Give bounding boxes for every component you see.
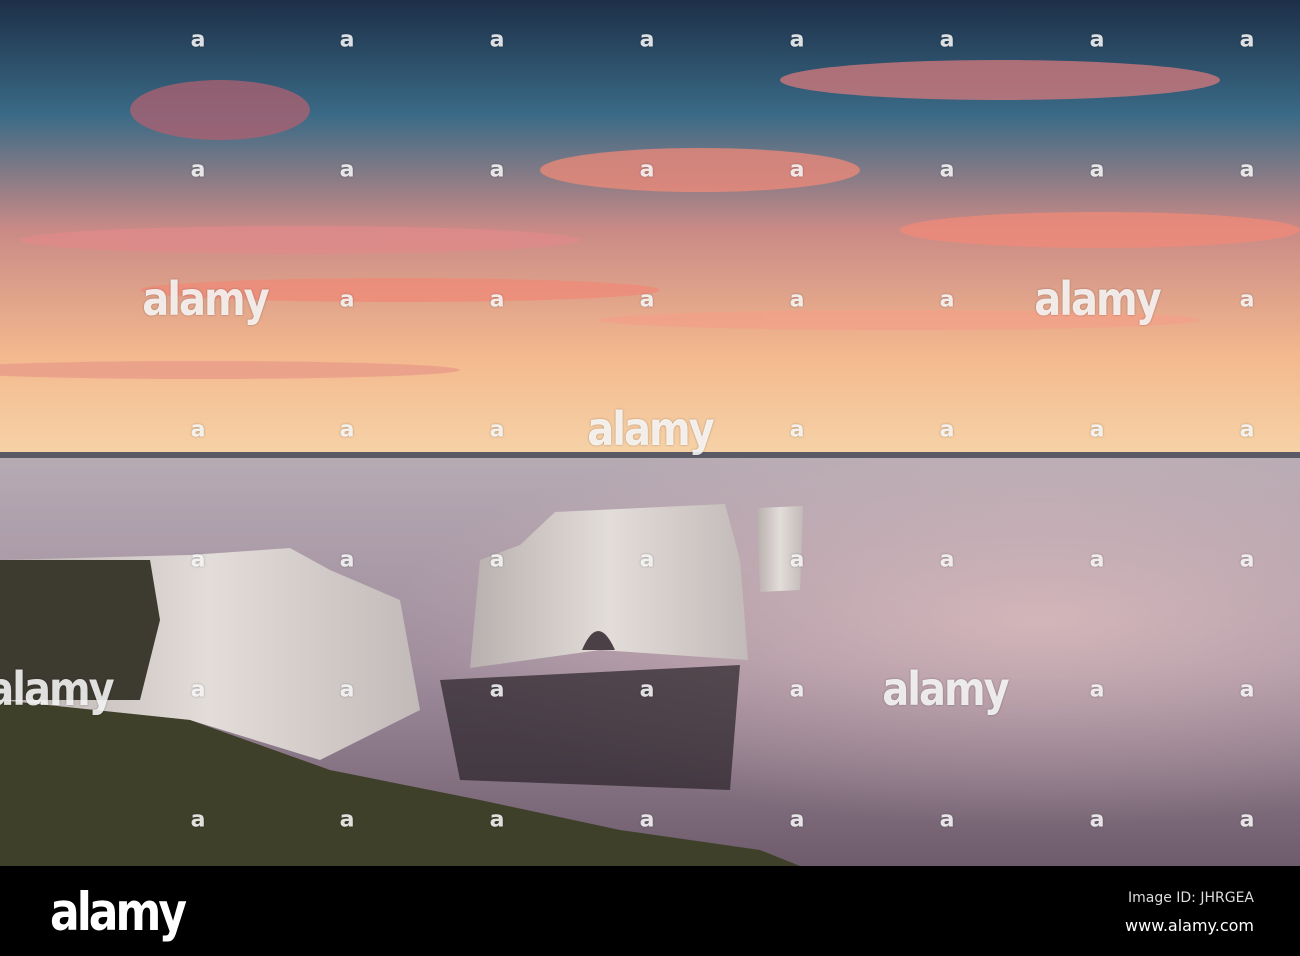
small-stack — [757, 506, 803, 592]
site-url[interactable]: www.alamy.com — [1125, 916, 1254, 935]
stock-photo-page: aaaaaaaaaaaaaaaaaaaaaaaaaaaaaaaaaaaaaaaa… — [0, 0, 1300, 956]
horizon-land — [0, 452, 1300, 458]
footer-bar: alamy Image ID: JHRGEA www.alamy.com — [0, 866, 1300, 956]
stack-reflection — [440, 665, 740, 790]
image-id: Image ID: JHRGEA — [1127, 890, 1254, 906]
photo-coastal-chalk-stacks — [0, 0, 1300, 866]
alamy-logo[interactable]: alamy — [50, 882, 187, 943]
